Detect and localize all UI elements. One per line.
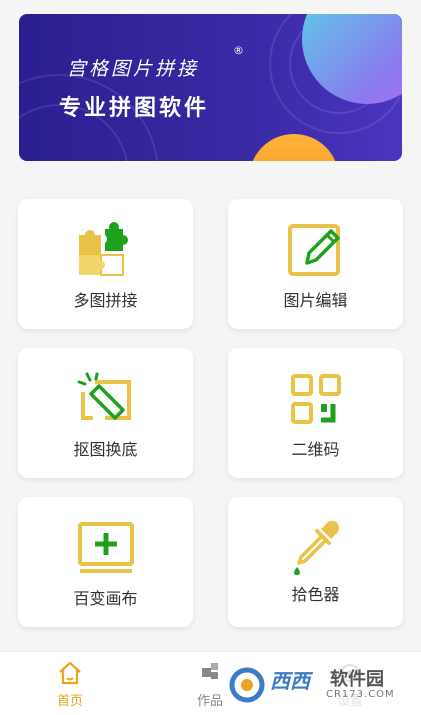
tool-label: 图片编辑 xyxy=(283,291,348,310)
tool-card-image-edit[interactable]: 图片编辑 xyxy=(228,199,403,329)
tool-card-canvas[interactable]: 百变画布 xyxy=(18,497,193,627)
works-icon xyxy=(202,663,218,679)
banner-orange-blob xyxy=(249,134,339,161)
tool-card-cutout[interactable]: 抠图换底 xyxy=(18,348,193,478)
registered-mark: ® xyxy=(233,44,244,57)
tool-label: 二维码 xyxy=(291,440,340,459)
watermark-brand-alt: 软件园 xyxy=(330,669,384,690)
tab-home[interactable]: 首页 xyxy=(30,652,110,715)
eyedropper-icon xyxy=(293,520,339,575)
tool-card-qr-code[interactable]: 二维码 xyxy=(228,348,403,478)
tool-label: 百变画布 xyxy=(73,589,138,608)
watermark-url: CR173.COM xyxy=(326,689,395,700)
banner-title: 专业拼图软件 xyxy=(59,96,210,121)
watermark-logo-icon xyxy=(229,667,265,703)
tab-home-label: 首页 xyxy=(56,694,83,709)
tool-label: 拾色器 xyxy=(291,585,340,604)
tool-card-color-picker[interactable]: 拾色器 xyxy=(228,497,403,627)
watermark-brand: 西西 xyxy=(270,669,310,693)
tool-label: 多图拼接 xyxy=(73,291,138,310)
tool-label: 抠图换底 xyxy=(73,440,138,459)
canvas-plus-icon xyxy=(77,522,134,573)
puzzle-icon xyxy=(78,222,128,276)
promo-banner[interactable]: 宫格图片拼接 ® 专业拼图软件 xyxy=(19,14,402,161)
home-icon xyxy=(59,661,81,685)
tool-card-multi-image-stitch[interactable]: 多图拼接 xyxy=(18,199,193,329)
watermark-overlay: 西西 软件园 CR173.COM xyxy=(222,660,402,710)
banner-subtitle: 宫格图片拼接 xyxy=(67,58,200,80)
edit-pencil-icon xyxy=(287,224,340,276)
magic-wand-icon xyxy=(77,372,131,420)
qr-code-icon xyxy=(290,374,341,424)
